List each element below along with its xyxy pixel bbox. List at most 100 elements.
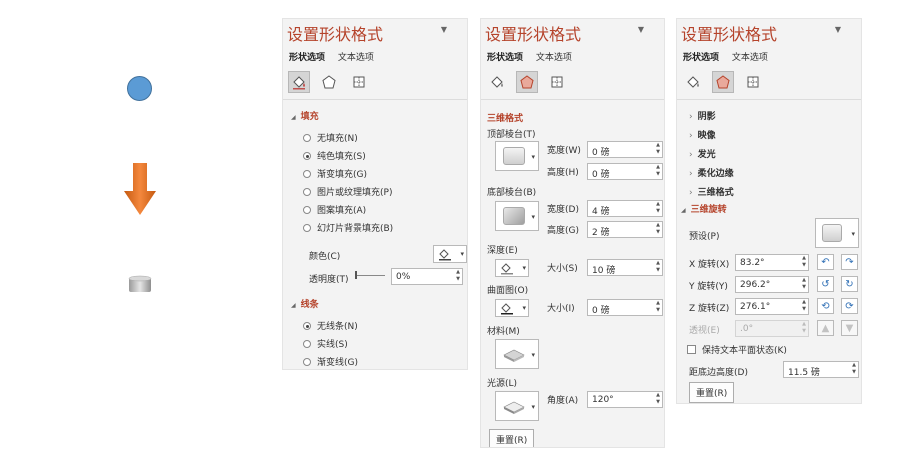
rotate-up-icon[interactable]: ↺ <box>817 276 834 292</box>
material-dropdown[interactable]: ▾ <box>495 339 539 369</box>
chevron-down-icon: ▾ <box>531 213 535 221</box>
top-width-input[interactable]: 0 磅 ▲ ▼ <box>587 141 663 158</box>
transparency-label: 透明度(T) <box>309 275 349 285</box>
spin-arrows-icon[interactable]: ▲ ▼ <box>656 142 660 156</box>
size-properties-icon[interactable] <box>546 71 568 93</box>
rotate-clockwise-icon[interactable]: ⟳ <box>841 298 858 314</box>
rotate-left-icon[interactable]: ↶ <box>817 254 834 270</box>
paint-bucket-icon <box>501 303 513 315</box>
effects-pentagon-icon[interactable] <box>318 71 340 93</box>
3d-format-section[interactable]: 三维格式 <box>689 185 734 198</box>
increase-perspective-icon: ▲ <box>817 320 834 336</box>
panel-title: 设置形状格式 <box>287 25 384 44</box>
transparency-slider[interactable] <box>355 275 385 276</box>
color-picker-button[interactable]: ▾ <box>433 245 467 263</box>
line-option-none[interactable]: 无线条(N) <box>303 319 358 332</box>
keep-text-flat-checkbox[interactable]: 保持文本平面状态(K) <box>687 343 787 356</box>
spin-arrows-icon[interactable]: ▲ ▼ <box>802 299 806 313</box>
lighting-label: 光源(L) <box>487 379 518 389</box>
gray-cylinder-shape[interactable] <box>128 275 152 294</box>
rotate-counterclockwise-icon[interactable]: ⟲ <box>817 298 834 314</box>
spin-arrows-icon[interactable]: ▲ ▼ <box>656 392 660 406</box>
spin-arrows-icon[interactable]: ▲ ▼ <box>656 300 660 314</box>
contour-size-input[interactable]: 0 磅 ▲ ▼ <box>587 299 663 316</box>
tab-shape-options[interactable]: 形状选项 <box>683 53 719 63</box>
rotate-right-icon[interactable]: ↷ <box>841 254 858 270</box>
reflection-section[interactable]: 映像 <box>689 128 716 141</box>
orange-down-arrow-shape[interactable] <box>124 163 156 215</box>
rotate-down-icon[interactable]: ↻ <box>841 276 858 292</box>
lighting-dropdown[interactable]: ▾ <box>495 391 539 421</box>
y-rotation-input[interactable]: 296.2° ▲ ▼ <box>735 276 809 293</box>
line-option-solid[interactable]: 实线(S) <box>303 337 348 350</box>
3d-rotation-section-header[interactable]: 三维旋转 <box>681 202 727 215</box>
soft-edges-section[interactable]: 柔化边缘 <box>689 166 734 179</box>
spin-arrows-icon[interactable]: ▲ ▼ <box>802 277 806 291</box>
fill-line-icon[interactable] <box>288 71 310 93</box>
depth-size-input[interactable]: 10 磅 ▲ ▼ <box>587 259 663 276</box>
spin-arrows-icon[interactable]: ▲ ▼ <box>656 260 660 274</box>
z-rotation-input[interactable]: 276.1° ▲ ▼ <box>735 298 809 315</box>
bottom-height-input[interactable]: 2 磅 ▲ ▼ <box>587 221 663 238</box>
transparency-slider-thumb[interactable] <box>355 271 357 279</box>
spin-arrows-icon[interactable]: ▲ ▼ <box>456 269 460 283</box>
chevron-down-icon[interactable]: ▼ <box>638 25 644 34</box>
shadow-section[interactable]: 阴影 <box>689 109 716 122</box>
format-shape-panel-fill: 设置形状格式 ▼ 形状选项 文本选项 填充 无填充(N) 纯色填充(S) 渐变填… <box>282 18 468 370</box>
fill-section-header[interactable]: 填充 <box>291 109 319 122</box>
distance-label: 距底边高度(D) <box>689 368 748 378</box>
tab-text-options[interactable]: 文本选项 <box>536 53 572 63</box>
line-section-header[interactable]: 线条 <box>291 297 319 310</box>
size-properties-icon[interactable] <box>742 71 764 93</box>
distance-input[interactable]: 11.5 磅 ▲ ▼ <box>783 361 859 378</box>
fill-line-icon[interactable] <box>682 71 704 93</box>
chevron-down-icon[interactable]: ▼ <box>835 25 841 34</box>
x-rotation-input[interactable]: 83.2° ▲ ▼ <box>735 254 809 271</box>
material-label: 材料(M) <box>487 327 520 337</box>
bottom-width-input[interactable]: 4 磅 ▲ ▼ <box>587 200 663 217</box>
effects-pentagon-icon[interactable] <box>712 71 734 93</box>
spin-arrows-icon[interactable]: ▲ ▼ <box>852 362 856 376</box>
angle-label: 角度(A) <box>547 396 579 406</box>
3d-format-section-header[interactable]: 三维格式 <box>487 111 523 124</box>
spin-arrows-icon[interactable]: ▲ ▼ <box>656 164 660 178</box>
top-bevel-dropdown[interactable]: ▾ <box>495 141 539 171</box>
fill-option-pattern[interactable]: 图案填充(A) <box>303 203 366 216</box>
top-height-input[interactable]: 0 磅 ▲ ▼ <box>587 163 663 180</box>
spin-arrows-icon[interactable]: ▲ ▼ <box>656 222 660 236</box>
fill-option-background[interactable]: 幻灯片背景填充(B) <box>303 221 393 234</box>
reset-button[interactable]: 重置(R) <box>489 429 535 447</box>
tab-shape-options[interactable]: 形状选项 <box>289 53 325 63</box>
depth-label: 深度(E) <box>487 246 518 256</box>
chevron-down-icon: ▾ <box>460 250 464 258</box>
contour-color-button[interactable]: ▾ <box>495 299 529 317</box>
fill-option-gradient[interactable]: 渐变填充(G) <box>303 167 367 180</box>
tab-text-options[interactable]: 文本选项 <box>732 53 768 63</box>
fill-option-picture[interactable]: 图片或纹理填充(P) <box>303 185 392 198</box>
fill-option-solid[interactable]: 纯色填充(S) <box>303 149 366 162</box>
transparency-input[interactable]: 0% ▲ ▼ <box>391 268 463 285</box>
tab-shape-options[interactable]: 形状选项 <box>487 53 523 63</box>
reset-button[interactable]: 重置(R) <box>689 382 735 403</box>
chevron-down-icon: ▾ <box>522 304 526 312</box>
glow-section[interactable]: 发光 <box>689 147 716 160</box>
preset-label: 预设(P) <box>689 232 720 242</box>
tab-text-options[interactable]: 文本选项 <box>338 53 374 63</box>
paint-bucket-icon <box>439 249 451 261</box>
size-properties-icon[interactable] <box>348 71 370 93</box>
perspective-label: 透视(E) <box>689 326 720 336</box>
preset-dropdown[interactable]: ▾ <box>815 218 859 248</box>
format-shape-panel-3d-format: 设置形状格式 ▼ 形状选项 文本选项 三维格式 顶部棱台(T) ▾ 宽度(W) … <box>480 18 665 448</box>
effects-pentagon-icon[interactable] <box>516 71 538 93</box>
fill-option-none[interactable]: 无填充(N) <box>303 131 358 144</box>
line-option-gradient[interactable]: 渐变线(G) <box>303 355 358 368</box>
blue-circle-shape[interactable] <box>127 76 152 101</box>
chevron-down-icon[interactable]: ▼ <box>441 25 447 34</box>
angle-input[interactable]: 120° ▲ ▼ <box>587 391 663 408</box>
bottom-bevel-dropdown[interactable]: ▾ <box>495 201 539 231</box>
depth-color-button[interactable]: ▾ <box>495 259 529 277</box>
spin-arrows-icon[interactable]: ▲ ▼ <box>656 201 660 215</box>
contour-label: 曲面图(O) <box>487 286 529 296</box>
spin-arrows-icon[interactable]: ▲ ▼ <box>802 255 806 269</box>
fill-line-icon[interactable] <box>486 71 508 93</box>
